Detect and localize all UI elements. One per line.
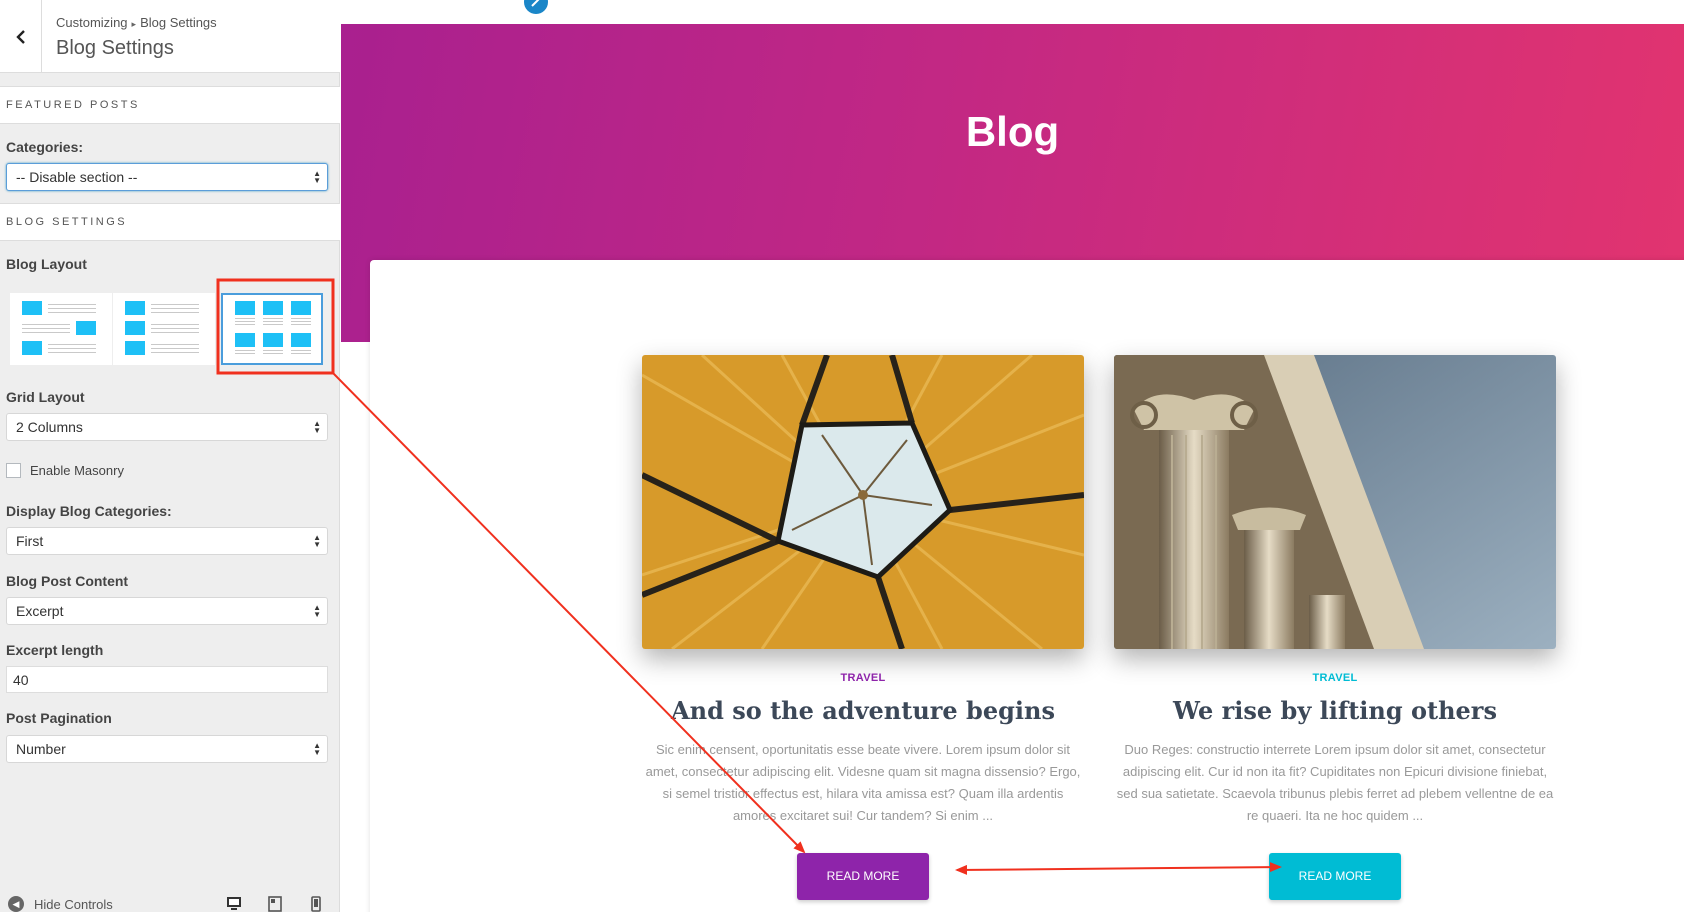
pen-icon (531, 0, 540, 7)
display-categories-select[interactable]: First ▲ ▼ (6, 527, 328, 555)
layout-block (125, 301, 145, 315)
back-button[interactable] (0, 0, 42, 73)
sidebar-footer: ◀ Hide Controls (0, 890, 340, 912)
customizer-sidebar: Customizing ▸ Blog Settings Blog Settings … (0, 0, 340, 912)
layout-block (235, 333, 255, 347)
categories-select[interactable]: -- Disable section -- ▲ ▼ (6, 163, 328, 191)
layout-block (22, 341, 42, 355)
layout-option-alternating[interactable] (10, 293, 112, 365)
layout-option-list[interactable] (113, 293, 215, 365)
grid-layout-label: Grid Layout (6, 389, 85, 405)
post-category[interactable]: TRAVEL (642, 672, 1084, 684)
layout-block (125, 341, 145, 355)
post-content-select[interactable]: Excerpt ▲ ▼ (6, 597, 328, 625)
layout-block (125, 321, 145, 335)
collapse-arrow-icon: ◀ (8, 896, 24, 912)
select-arrows-icon: ▲ ▼ (313, 533, 321, 549)
post-thumbnail-columns[interactable] (1114, 355, 1556, 649)
enable-masonry-label: Enable Masonry (30, 463, 124, 478)
site-navbar (341, 0, 1684, 24)
layout-block (263, 301, 283, 315)
enable-masonry-checkbox[interactable] (6, 463, 21, 478)
post-category[interactable]: TRAVEL (1114, 672, 1556, 684)
layout-block (235, 301, 255, 315)
layout-block (263, 333, 283, 347)
main-content: TRAVEL And so the adventure begins Sic e… (370, 260, 1684, 912)
breadcrumb-current: Blog Settings (140, 15, 217, 30)
layout-block (291, 333, 311, 347)
breadcrumb-parent: Customizing (56, 15, 128, 30)
select-arrows-icon: ▲ ▼ (313, 169, 321, 185)
excerpt-length-input[interactable]: 40 (6, 666, 328, 693)
post-title[interactable]: And so the adventure begins (642, 696, 1084, 725)
site-preview: Blog TRAVEL And so the adventure begins … (341, 0, 1684, 912)
post-excerpt: Sic enim censent, oportunitatis esse bea… (645, 742, 1081, 823)
excerpt-length-value: 40 (13, 671, 29, 688)
breadcrumb: Customizing ▸ Blog Settings (56, 15, 217, 30)
post-pagination-label: Post Pagination (6, 710, 112, 726)
layout-option-grid[interactable] (221, 293, 323, 365)
section-heading-featured-posts: FEATURED POSTS (0, 86, 340, 124)
sidebar-header: Customizing ▸ Blog Settings Blog Settings (0, 0, 340, 73)
display-categories-value: First (16, 533, 44, 549)
categories-select-value: -- Disable section -- (16, 169, 138, 185)
tablet-preview-icon[interactable] (268, 896, 282, 912)
post-excerpt: Duo Reges: constructio interrete Lorem i… (1116, 742, 1554, 823)
mobile-preview-icon[interactable] (311, 896, 321, 912)
display-categories-label: Display Blog Categories: (6, 503, 172, 519)
panel-title: Blog Settings (56, 37, 174, 59)
excerpt-length-label: Excerpt length (6, 642, 104, 658)
chevron-left-icon (15, 29, 25, 44)
layout-block (76, 321, 96, 335)
post-content-value: Excerpt (16, 603, 64, 619)
read-more-button[interactable]: READ MORE (1269, 853, 1401, 900)
post-thumbnail-tent[interactable] (642, 355, 1084, 649)
grid-layout-select[interactable]: 2 Columns ▲ ▼ (6, 413, 328, 441)
desktop-preview-icon[interactable] (226, 896, 242, 912)
post-title[interactable]: We rise by lifting others (1114, 696, 1556, 725)
select-arrows-icon: ▲ ▼ (313, 741, 321, 757)
section-heading-blog-settings: BLOG SETTINGS (0, 203, 340, 241)
layout-block (291, 301, 311, 315)
post-pagination-select[interactable]: Number ▲ ▼ (6, 735, 328, 763)
categories-label: Categories: (6, 139, 84, 155)
read-more-button[interactable]: READ MORE (797, 853, 929, 900)
select-arrows-icon: ▲ ▼ (313, 419, 321, 435)
hide-controls-button[interactable]: ◀ Hide Controls (8, 896, 113, 912)
breadcrumb-separator: ▸ (131, 19, 137, 29)
blog-layout-label: Blog Layout (6, 256, 87, 272)
blog-post-card: TRAVEL We rise by lifting others Duo Reg… (1114, 355, 1556, 900)
select-arrows-icon: ▲ ▼ (313, 603, 321, 619)
grid-layout-value: 2 Columns (16, 419, 83, 435)
blog-post-card: TRAVEL And so the adventure begins Sic e… (642, 355, 1084, 900)
post-content-label: Blog Post Content (6, 573, 129, 589)
page-title: Blog (965, 108, 1060, 155)
logo-icon[interactable] (524, 0, 548, 14)
layout-block (22, 301, 42, 315)
hide-controls-label: Hide Controls (34, 896, 113, 912)
post-pagination-value: Number (16, 741, 66, 757)
